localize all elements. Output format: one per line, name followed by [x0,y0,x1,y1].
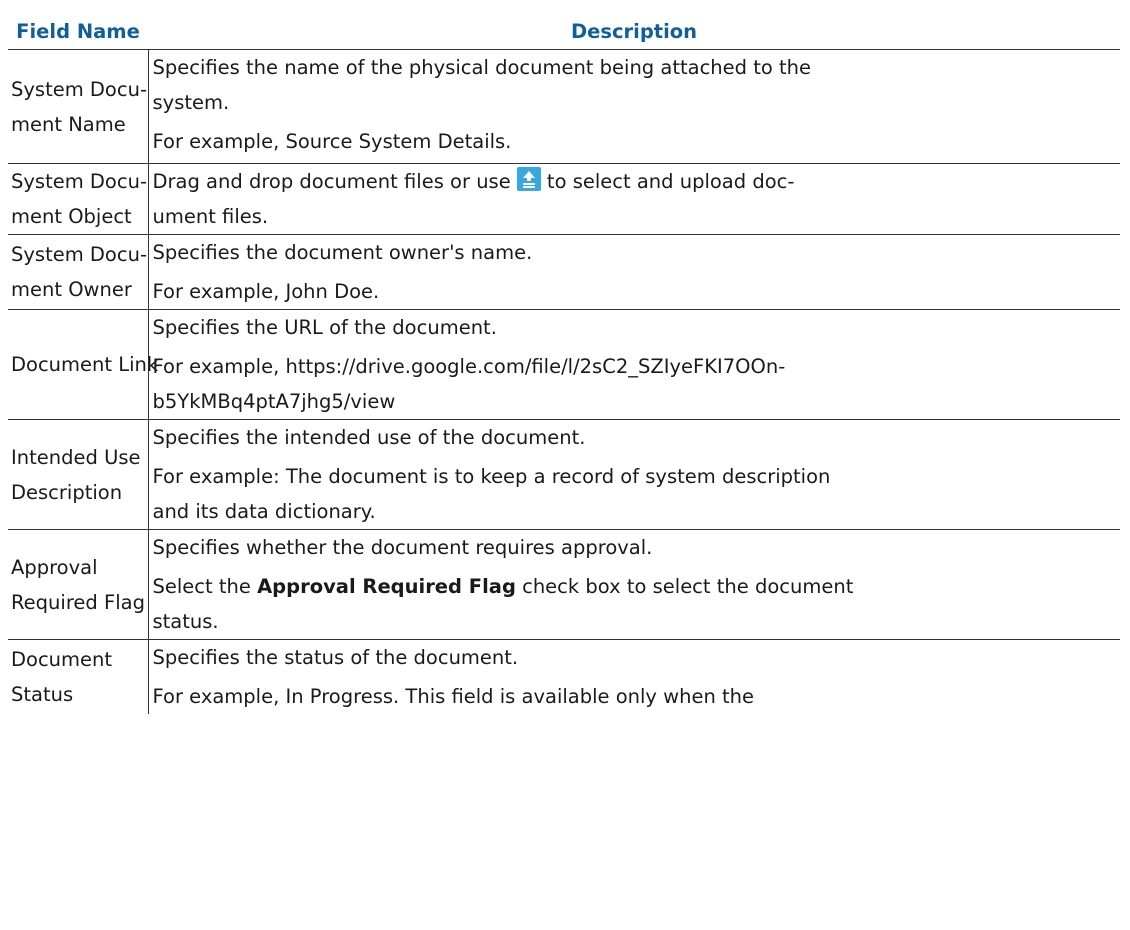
table-row: System Docu- ment Name Specifies the nam… [8,49,1120,164]
field-name-cell: Intended Use Description [8,419,149,530]
description-line: For example, John Doe. [152,280,380,303]
description-cell: Specifies the document owner's name. For… [147,234,1120,310]
description-line: Specifies the document owner's name. [152,241,533,264]
description-text: Select the [152,575,258,598]
description-line: Specifies the name of the physical docum… [152,56,812,79]
description-line: Specifies whether the document requires … [152,536,653,559]
description-cell: Specifies the URL of the document. For e… [147,309,1120,420]
description-line: For example, https://drive.google.com/fi… [152,355,786,378]
description-line: Specifies the status of the document. [152,646,519,669]
description-cell: Specifies the intended use of the docume… [147,419,1120,530]
table-header-row: Field Name Description [8,14,1120,50]
description-line: Select the Approval Required Flag check … [153,569,1121,604]
description-line: For example: The document is to keep a r… [152,465,831,488]
table-row: Intended Use Description Specifies the i… [8,419,1120,530]
header-field-name: Field Name [16,20,140,43]
description-cell: Specifies the status of the document. Fo… [147,639,1120,714]
ui-element-name: Approval Required Flag [257,575,516,598]
field-name-line: Document Link [11,353,159,376]
table-row: System Docu- ment Object Drag and drop d… [8,163,1121,235]
field-name-line: Document [11,648,113,671]
description-cell: Specifies the name of the physical docum… [147,49,1120,164]
field-name-cell: Document Link [8,309,159,420]
field-name-cell: Document Status [8,639,149,714]
field-name-line: ment Owner [11,278,132,301]
field-name-line: Required Flag [11,590,145,614]
description-line: system. [152,91,230,114]
field-name-line: Description [11,480,123,504]
description-line: and its data dictionary. [152,500,376,523]
field-name-line: System Docu- [11,170,147,193]
description-line: status. [152,610,219,633]
header-description: Description [570,20,698,43]
description-line: Drag and drop document files or use to s… [153,164,1121,199]
description-line: b5YkMBq4ptA7jhg5/view [152,390,396,413]
field-name-cell: System Docu- ment Name [8,49,149,164]
field-name-line: Status [11,683,74,706]
table-row: Document Status Specifies the status of … [8,639,1120,714]
field-name-line: System Docu- [11,77,147,101]
table-row: System Docu- ment Owner Specifies the do… [8,234,1120,310]
description-line: ument files. [152,205,269,228]
field-name-cell: System Docu- ment Object [8,163,149,235]
description-text: to select and upload doc- [546,170,795,193]
description-cell: Drag and drop document files or use to s… [147,163,1121,235]
field-name-line: System Docu- [11,243,147,266]
field-name-cell: Approval Required Flag [8,529,149,640]
table-row: Document Link Specifies the URL of the d… [8,309,1120,420]
field-description-table: Field Name Description System Docu- ment… [8,14,1120,714]
table-row: Approval Required Flag Specifies whether… [8,529,1121,640]
description-text: check box to select the document [515,575,854,598]
field-name-cell: System Docu- ment Owner [8,234,149,310]
field-name-line: ment Name [11,112,126,136]
description-cell: Specifies whether the document requires … [147,529,1121,640]
upload-icon[interactable] [516,167,541,191]
field-name-line: ment Object [11,205,132,228]
field-name-line: Approval [11,555,98,579]
description-line: For example, In Progress. This field is … [152,685,755,708]
description-line: For example, Source System Details. [152,130,512,153]
description-line: Specifies the URL of the document. [152,316,497,339]
description-text: Drag and drop document files or use [152,170,517,193]
field-name-line: Intended Use [11,445,141,469]
description-line: Specifies the intended use of the docume… [152,426,586,449]
